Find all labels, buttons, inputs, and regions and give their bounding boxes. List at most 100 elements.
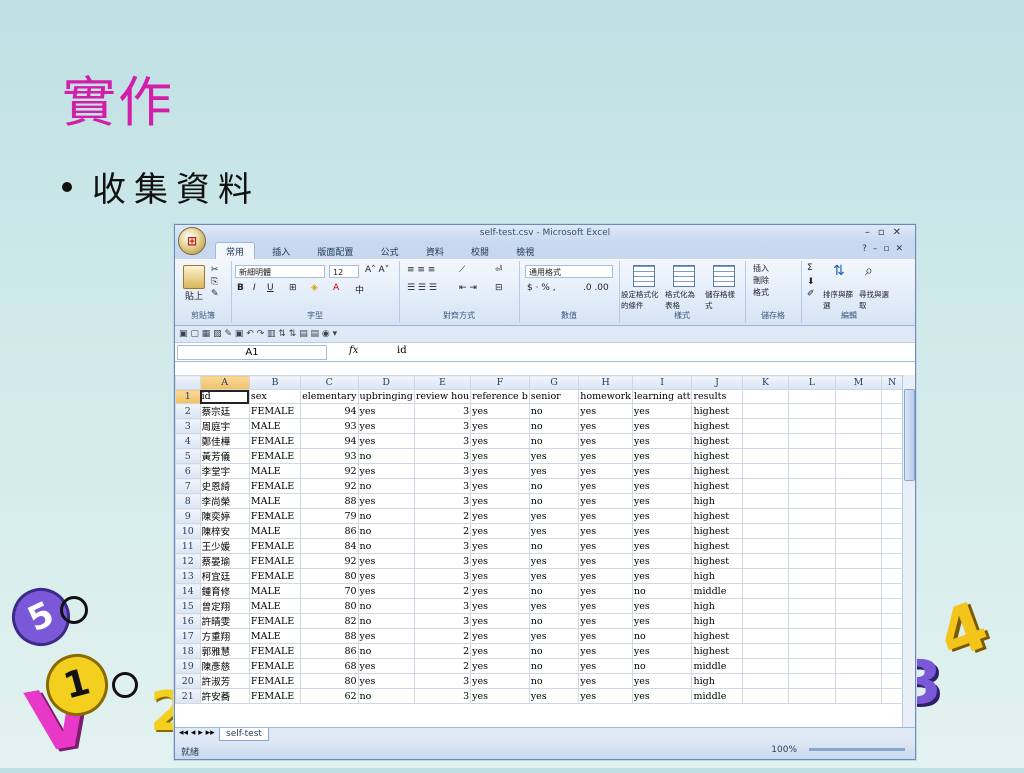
tab-page-layout[interactable]: 版面配置 bbox=[307, 243, 363, 260]
cell[interactable] bbox=[881, 448, 903, 465]
column-header[interactable]: B bbox=[248, 374, 302, 391]
cell[interactable]: highest bbox=[691, 553, 743, 570]
column-header[interactable]: N bbox=[881, 374, 903, 391]
format-cells-button[interactable]: 格式 bbox=[753, 287, 769, 298]
cell[interactable]: yes bbox=[578, 448, 633, 465]
cell[interactable]: no bbox=[631, 628, 693, 645]
cell[interactable]: MALE bbox=[248, 493, 302, 510]
cell[interactable] bbox=[741, 463, 790, 480]
decimal-icon[interactable]: .0 .00 bbox=[583, 283, 609, 293]
cell[interactable]: 93 bbox=[300, 448, 359, 465]
cell[interactable]: yes bbox=[470, 568, 530, 585]
cell[interactable] bbox=[881, 403, 903, 420]
cell[interactable]: MALE bbox=[248, 463, 302, 480]
cell[interactable]: yes bbox=[470, 538, 530, 555]
cell[interactable]: no bbox=[528, 493, 580, 510]
cell[interactable] bbox=[788, 658, 836, 675]
column-header[interactable]: E bbox=[413, 374, 472, 391]
cell[interactable]: yes bbox=[578, 493, 633, 510]
cell[interactable]: 80 bbox=[300, 673, 359, 690]
wrap-text-icon[interactable]: ⏎ bbox=[495, 265, 503, 275]
fill-color-icon[interactable]: ◈ bbox=[311, 283, 318, 293]
cell[interactable]: 史恩綺 bbox=[199, 478, 250, 495]
cell[interactable]: yes bbox=[528, 523, 580, 540]
cell[interactable]: yes bbox=[470, 478, 530, 495]
row-header[interactable]: 12 bbox=[175, 553, 201, 570]
cell[interactable]: yes bbox=[631, 433, 693, 450]
cell[interactable]: review hou bbox=[413, 389, 472, 405]
cell[interactable]: yes bbox=[470, 673, 530, 690]
autosum-icon[interactable]: Σ bbox=[807, 263, 813, 273]
cell[interactable]: no bbox=[528, 433, 580, 450]
cell[interactable]: FEMALE bbox=[248, 508, 302, 525]
clear-icon[interactable]: ✐ bbox=[807, 289, 815, 299]
cell[interactable] bbox=[741, 598, 790, 615]
cell[interactable]: 94 bbox=[300, 433, 359, 450]
sheet-tab-self-test[interactable]: self-test bbox=[219, 728, 269, 741]
cell[interactable] bbox=[788, 598, 836, 615]
cell[interactable]: yes bbox=[631, 508, 693, 525]
cell[interactable]: 方重翔 bbox=[199, 628, 250, 645]
cell[interactable]: 92 bbox=[300, 553, 359, 570]
cell[interactable]: no bbox=[357, 643, 415, 660]
cell[interactable] bbox=[834, 598, 883, 615]
cell[interactable]: yes bbox=[578, 643, 633, 660]
cell[interactable]: no bbox=[357, 523, 415, 540]
sort-filter-button[interactable]: 排序與篩選 bbox=[823, 289, 859, 311]
cell[interactable]: 3 bbox=[413, 463, 472, 480]
cell[interactable] bbox=[834, 403, 883, 420]
cell[interactable]: FEMALE bbox=[248, 403, 302, 420]
cell[interactable] bbox=[788, 613, 836, 630]
cell[interactable]: no bbox=[528, 643, 580, 660]
cell[interactable] bbox=[788, 433, 836, 450]
cell[interactable]: 62 bbox=[300, 688, 359, 705]
find-select-button[interactable]: 尋找與選取 bbox=[859, 289, 895, 311]
cell[interactable]: MALE bbox=[248, 598, 302, 615]
cell[interactable]: FEMALE bbox=[248, 433, 302, 450]
cell[interactable]: yes bbox=[357, 628, 415, 645]
cell[interactable] bbox=[741, 538, 790, 555]
select-all-corner[interactable] bbox=[175, 374, 201, 391]
cell-styles-button[interactable]: 儲存格樣式 bbox=[705, 289, 741, 311]
cell[interactable]: yes bbox=[578, 583, 633, 600]
row-header[interactable]: 15 bbox=[175, 598, 201, 615]
cell[interactable]: yes bbox=[631, 523, 693, 540]
cell[interactable]: yes bbox=[631, 463, 693, 480]
cell[interactable]: yes bbox=[470, 553, 530, 570]
row-header[interactable]: 7 bbox=[175, 478, 201, 495]
cell[interactable]: sex bbox=[248, 389, 302, 405]
cell[interactable]: senior bbox=[528, 389, 580, 405]
row-header[interactable]: 4 bbox=[175, 433, 201, 450]
delete-cells-button[interactable]: 刪除 bbox=[753, 275, 769, 286]
cell[interactable]: yes bbox=[631, 553, 693, 570]
cell[interactable]: highest bbox=[691, 433, 743, 450]
cell[interactable]: high bbox=[691, 598, 743, 615]
cell[interactable] bbox=[834, 553, 883, 570]
cell[interactable]: 3 bbox=[413, 538, 472, 555]
row-header[interactable]: 11 bbox=[175, 538, 201, 555]
cell[interactable] bbox=[881, 508, 903, 525]
cell[interactable]: learning att bbox=[631, 389, 693, 405]
fill-icon[interactable]: ⬇ bbox=[807, 277, 815, 287]
bold-button[interactable]: B bbox=[237, 283, 244, 293]
cell[interactable]: yes bbox=[578, 403, 633, 420]
sheet-nav-icon[interactable]: ◂◂ ◂ ▸ ▸▸ bbox=[179, 728, 215, 738]
merge-icon[interactable]: ⊟ bbox=[495, 283, 503, 293]
row-header[interactable]: 13 bbox=[175, 568, 201, 585]
cell[interactable]: highest bbox=[691, 403, 743, 420]
cell[interactable] bbox=[834, 613, 883, 630]
cell[interactable]: 80 bbox=[300, 568, 359, 585]
cell[interactable]: 曾定翔 bbox=[199, 598, 250, 615]
cell[interactable]: yes bbox=[357, 553, 415, 570]
tab-view[interactable]: 檢視 bbox=[506, 243, 544, 260]
row-header[interactable]: 2 bbox=[175, 403, 201, 420]
cell[interactable]: 2 bbox=[413, 508, 472, 525]
cell[interactable]: yes bbox=[631, 538, 693, 555]
cell[interactable] bbox=[741, 508, 790, 525]
cell[interactable]: 79 bbox=[300, 508, 359, 525]
paste-label[interactable]: 貼上 bbox=[185, 289, 203, 302]
cell[interactable]: MALE bbox=[248, 628, 302, 645]
cell[interactable] bbox=[788, 523, 836, 540]
cell[interactable] bbox=[834, 673, 883, 690]
cell[interactable] bbox=[788, 508, 836, 525]
